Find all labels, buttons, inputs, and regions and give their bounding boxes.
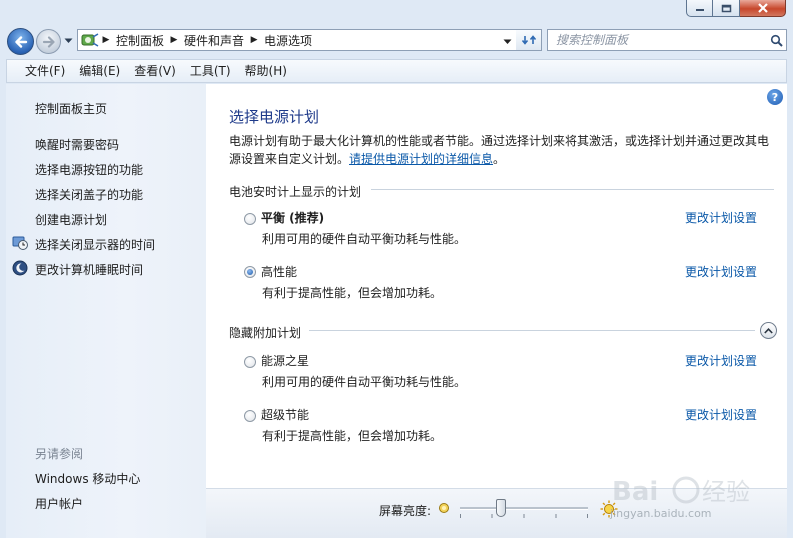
plan-name-high-performance[interactable]: 高性能 <box>261 263 297 280</box>
group-divider <box>371 189 774 190</box>
menu-file[interactable]: 文件(F) <box>19 61 71 81</box>
menu-edit[interactable]: 编辑(E) <box>73 61 126 81</box>
group-heading-hidden-plans: 隐藏附加计划 <box>229 326 302 340</box>
maximize-icon <box>721 4 731 12</box>
maximize-button[interactable] <box>713 0 740 17</box>
intro-end: 。 <box>493 152 506 166</box>
breadcrumb-separator[interactable]: ▶ <box>248 35 260 45</box>
plan-desc-balanced: 利用可用的硬件自动平衡功耗与性能。 <box>262 232 467 246</box>
sidebar-link-sleep-time[interactable]: 更改计算机睡眠时间 <box>35 261 143 278</box>
plan-name-super-saver[interactable]: 超级节能 <box>261 406 309 423</box>
intro-text: 电源计划有助于最大化计算机的性能或者节能。通过选择计划来将其激活，或选择计划并通… <box>229 132 777 168</box>
chevron-down-icon <box>64 38 73 43</box>
breadcrumb-control-panel[interactable]: 控制面板 <box>112 32 168 49</box>
plan-details-link[interactable]: 请提供电源计划的详细信息 <box>349 152 493 166</box>
change-plan-settings-link-balanced[interactable]: 更改计划设置 <box>685 209 757 226</box>
help-icon[interactable]: ? <box>767 89 783 105</box>
plan-radio-high-performance[interactable] <box>244 266 256 278</box>
address-bar[interactable]: ▶ 控制面板 ▶ 硬件和声音 ▶ 电源选项 <box>77 29 518 51</box>
see-also-heading: 另请参阅 <box>35 447 84 461</box>
sidebar: 控制面板主页 唤醒时需要密码 选择电源按钮的功能 选择关闭盖子的功能 创建电源计… <box>6 84 206 538</box>
menu-view[interactable]: 查看(V) <box>128 61 182 81</box>
breadcrumb-hardware-and-sound[interactable]: 硬件和声音 <box>180 32 248 49</box>
brightness-slider-track[interactable] <box>460 507 588 510</box>
plan-name-balanced[interactable]: 平衡 (推荐) <box>261 209 324 226</box>
group-divider <box>309 330 755 331</box>
brightness-slider-ticks <box>460 514 588 518</box>
address-row: ▶ 控制面板 ▶ 硬件和声音 ▶ 电源选项 <box>0 27 793 57</box>
group-heading-battery-plans: 电池安时计上显示的计划 <box>229 185 362 199</box>
brightness-low-icon <box>439 503 449 513</box>
plan-desc-super-saver: 有利于提高性能，但会增加功耗。 <box>262 429 443 443</box>
breadcrumb-separator[interactable]: ▶ <box>168 35 180 45</box>
address-dropdown-button[interactable] <box>503 34 512 48</box>
brightness-slider-thumb[interactable] <box>495 499 506 517</box>
sidebar-link-power-buttons[interactable]: 选择电源按钮的功能 <box>35 161 143 178</box>
refresh-button[interactable] <box>516 29 542 51</box>
collapse-hidden-plans-button[interactable] <box>760 322 777 339</box>
control-panel-icon <box>80 30 100 50</box>
plan-desc-energy-star: 利用可用的硬件自动平衡功耗与性能。 <box>262 375 467 389</box>
change-plan-settings-link-high-performance[interactable]: 更改计划设置 <box>685 263 757 280</box>
change-plan-settings-link-super-saver[interactable]: 更改计划设置 <box>685 406 757 423</box>
search-input[interactable] <box>548 31 766 49</box>
sidebar-link-control-panel-home[interactable]: 控制面板主页 <box>35 100 107 117</box>
menu-bar: 文件(F) 编辑(E) 查看(V) 工具(T) 帮助(H) <box>6 59 787 83</box>
sleep-moon-icon <box>12 260 28 276</box>
sidebar-link-mobility-center[interactable]: Windows 移动中心 <box>35 470 140 487</box>
breadcrumb-separator[interactable]: ▶ <box>100 35 112 45</box>
search-box <box>547 29 787 51</box>
plan-desc-high-performance: 有利于提高性能，但会增加功耗。 <box>262 286 443 300</box>
sidebar-link-wake-password[interactable]: 唤醒时需要密码 <box>35 136 119 153</box>
watermark-url: jingyan.baidu.com <box>610 507 712 520</box>
plan-radio-energy-star[interactable] <box>244 356 256 368</box>
plan-name-energy-star[interactable]: 能源之星 <box>261 352 309 369</box>
forward-button[interactable] <box>36 29 61 54</box>
close-icon <box>757 3 768 13</box>
plan-radio-super-saver[interactable] <box>244 410 256 422</box>
arrow-right-icon <box>42 35 55 48</box>
plan-radio-balanced[interactable] <box>244 213 256 225</box>
brightness-label: 屏幕亮度: <box>379 504 432 518</box>
recent-pages-button[interactable] <box>64 35 74 47</box>
close-button[interactable] <box>740 0 786 17</box>
menu-tools[interactable]: 工具(T) <box>184 61 237 81</box>
refresh-icon <box>521 35 536 45</box>
search-icon[interactable] <box>766 34 786 47</box>
sidebar-link-user-accounts[interactable]: 用户帐户 <box>35 495 83 512</box>
page-title: 选择电源计划 <box>229 108 320 126</box>
sidebar-link-lid-close[interactable]: 选择关闭盖子的功能 <box>35 186 143 203</box>
chevron-up-icon <box>764 327 773 334</box>
back-button[interactable] <box>7 28 34 55</box>
display-timer-icon <box>12 236 28 250</box>
window-controls <box>686 0 786 17</box>
sidebar-link-display-off-time[interactable]: 选择关闭显示器的时间 <box>35 236 155 253</box>
menu-help[interactable]: 帮助(H) <box>239 61 293 81</box>
breadcrumb-power-options[interactable]: 电源选项 <box>260 32 316 49</box>
minimize-icon <box>695 9 704 11</box>
minimize-button[interactable] <box>686 0 713 17</box>
chevron-down-icon <box>503 39 512 44</box>
main-content: ? 选择电源计划 电源计划有助于最大化计算机的性能或者节能。通过选择计划来将其激… <box>206 84 787 538</box>
arrow-left-icon <box>14 35 27 48</box>
change-plan-settings-link-energy-star[interactable]: 更改计划设置 <box>685 352 757 369</box>
sidebar-link-create-plan[interactable]: 创建电源计划 <box>35 211 107 228</box>
